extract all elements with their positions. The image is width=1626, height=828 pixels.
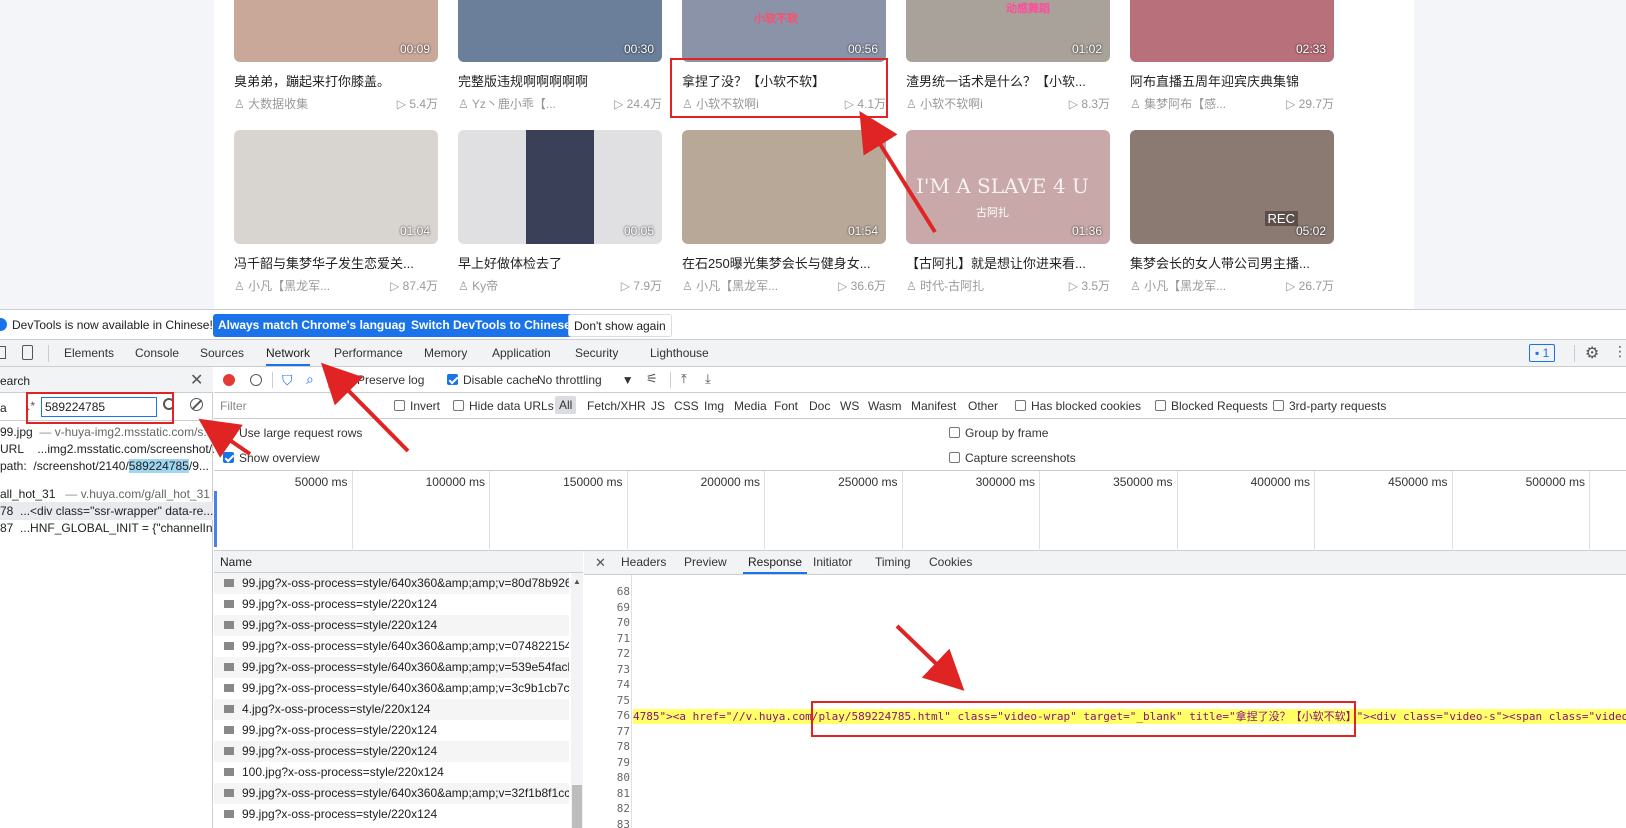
arrow-to-video xyxy=(859,111,937,234)
arrow-to-code xyxy=(895,624,965,691)
annotation-arrows xyxy=(198,111,965,691)
arrow-to-search-button xyxy=(320,362,410,453)
arrow-to-search-input xyxy=(198,418,252,458)
